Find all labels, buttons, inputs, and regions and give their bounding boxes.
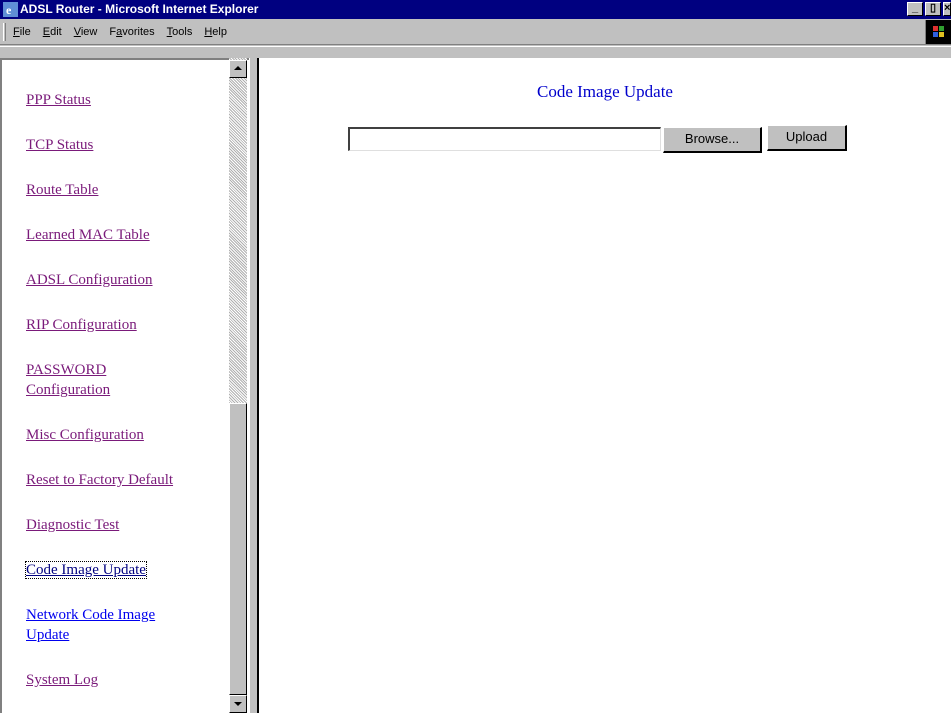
minimize-button[interactable]: _ bbox=[907, 2, 923, 16]
nav-link-route-table[interactable]: Route Table bbox=[26, 180, 211, 200]
nav-link-label: Diagnostic Test bbox=[26, 517, 120, 533]
nav-scrollbar[interactable] bbox=[229, 58, 247, 713]
toolbar-separator bbox=[0, 46, 951, 58]
nav-link-diagnostic-test[interactable]: Diagnostic Test bbox=[26, 515, 211, 535]
arrow-down-icon bbox=[234, 702, 242, 706]
menu-tools[interactable]: Tools bbox=[167, 26, 193, 38]
nav-link-label: Route Table bbox=[26, 182, 99, 198]
browse-button[interactable]: Browse... bbox=[663, 127, 762, 153]
window-titlebar[interactable]: e ADSL Router - Microsoft Internet Explo… bbox=[0, 0, 951, 19]
menu-help[interactable]: Help bbox=[204, 26, 227, 38]
nav-list: PPP Status TCP Status Route Table Learned M… bbox=[25, 90, 226, 713]
nav-link-label-line2: Update bbox=[26, 627, 70, 643]
menu-file[interactable]: File bbox=[13, 26, 31, 38]
menu-view[interactable]: View bbox=[74, 26, 98, 38]
window-title: ADSL Router - Microsoft Internet Explore… bbox=[20, 2, 259, 16]
nav-link-password[interactable]: PASSWORD Configuration bbox=[26, 360, 211, 400]
nav-link-label: RIP Configuration bbox=[26, 317, 137, 333]
nav-link-label: Learned MAC Table bbox=[26, 227, 150, 243]
scroll-thumb[interactable] bbox=[229, 403, 247, 695]
maximize-button[interactable]: ▯ bbox=[925, 2, 941, 16]
nav-link-label: System Log bbox=[26, 672, 99, 688]
close-button[interactable]: × bbox=[943, 2, 951, 16]
nav-link-label: Misc Configuration bbox=[26, 427, 144, 443]
nav-link-code-image-update[interactable]: Code Image Update bbox=[25, 560, 211, 580]
nav-link-label: TCP Status bbox=[26, 137, 94, 153]
file-path-input[interactable] bbox=[348, 127, 661, 151]
nav-link-label: ADSL Configuration bbox=[26, 272, 153, 288]
nav-link-label: Reset to Factory Default bbox=[26, 472, 174, 488]
nav-link-system-log[interactable]: System Log bbox=[26, 670, 211, 690]
nav-link-label: PASSWORD bbox=[26, 362, 107, 378]
content-frame: Code Image Update Browse... Upload bbox=[259, 58, 951, 713]
toolbar-grip[interactable] bbox=[3, 23, 6, 41]
nav-frame: PPP Status TCP Status Route Table Learned M… bbox=[0, 58, 249, 713]
scroll-up-button[interactable] bbox=[229, 60, 247, 78]
nav-link-label-line2: Configuration bbox=[26, 382, 111, 398]
upload-button[interactable]: Upload bbox=[767, 125, 847, 151]
nav-link-label: PPP Status bbox=[26, 92, 91, 108]
menu-favorites[interactable]: Favorites bbox=[109, 26, 154, 38]
windows-logo-icon bbox=[925, 20, 951, 44]
svg-text:e: e bbox=[6, 3, 12, 17]
internet-explorer-icon: e bbox=[3, 2, 18, 17]
menu-bar: File Edit View Favorites Tools Help bbox=[0, 19, 951, 45]
nav-link-label: Network Code Image bbox=[26, 607, 156, 623]
menu-edit[interactable]: Edit bbox=[43, 26, 62, 38]
nav-link-reset-to-factory-default[interactable]: Reset to Factory Default bbox=[26, 470, 211, 490]
arrow-up-icon bbox=[234, 66, 242, 70]
page-title: Code Image Update bbox=[537, 82, 673, 101]
nav-link-rip-configuration[interactable]: RIP Configuration bbox=[26, 315, 211, 335]
nav-link-label: Code Image Update bbox=[25, 561, 147, 579]
nav-link-learned-mac-table[interactable]: Learned MAC Table bbox=[26, 225, 211, 245]
nav-link-network-code-image[interactable]: Network Code Image Update bbox=[26, 605, 211, 645]
nav-link-ppp-status[interactable]: PPP Status bbox=[26, 90, 211, 110]
nav-link-misc-configuration[interactable]: Misc Configuration bbox=[26, 425, 211, 445]
nav-link-tcp-status[interactable]: TCP Status bbox=[26, 135, 211, 155]
scroll-down-button[interactable] bbox=[229, 695, 247, 713]
frame-divider[interactable] bbox=[249, 58, 259, 713]
nav-link-adsl-configuration[interactable]: ADSL Configuration bbox=[26, 270, 211, 290]
